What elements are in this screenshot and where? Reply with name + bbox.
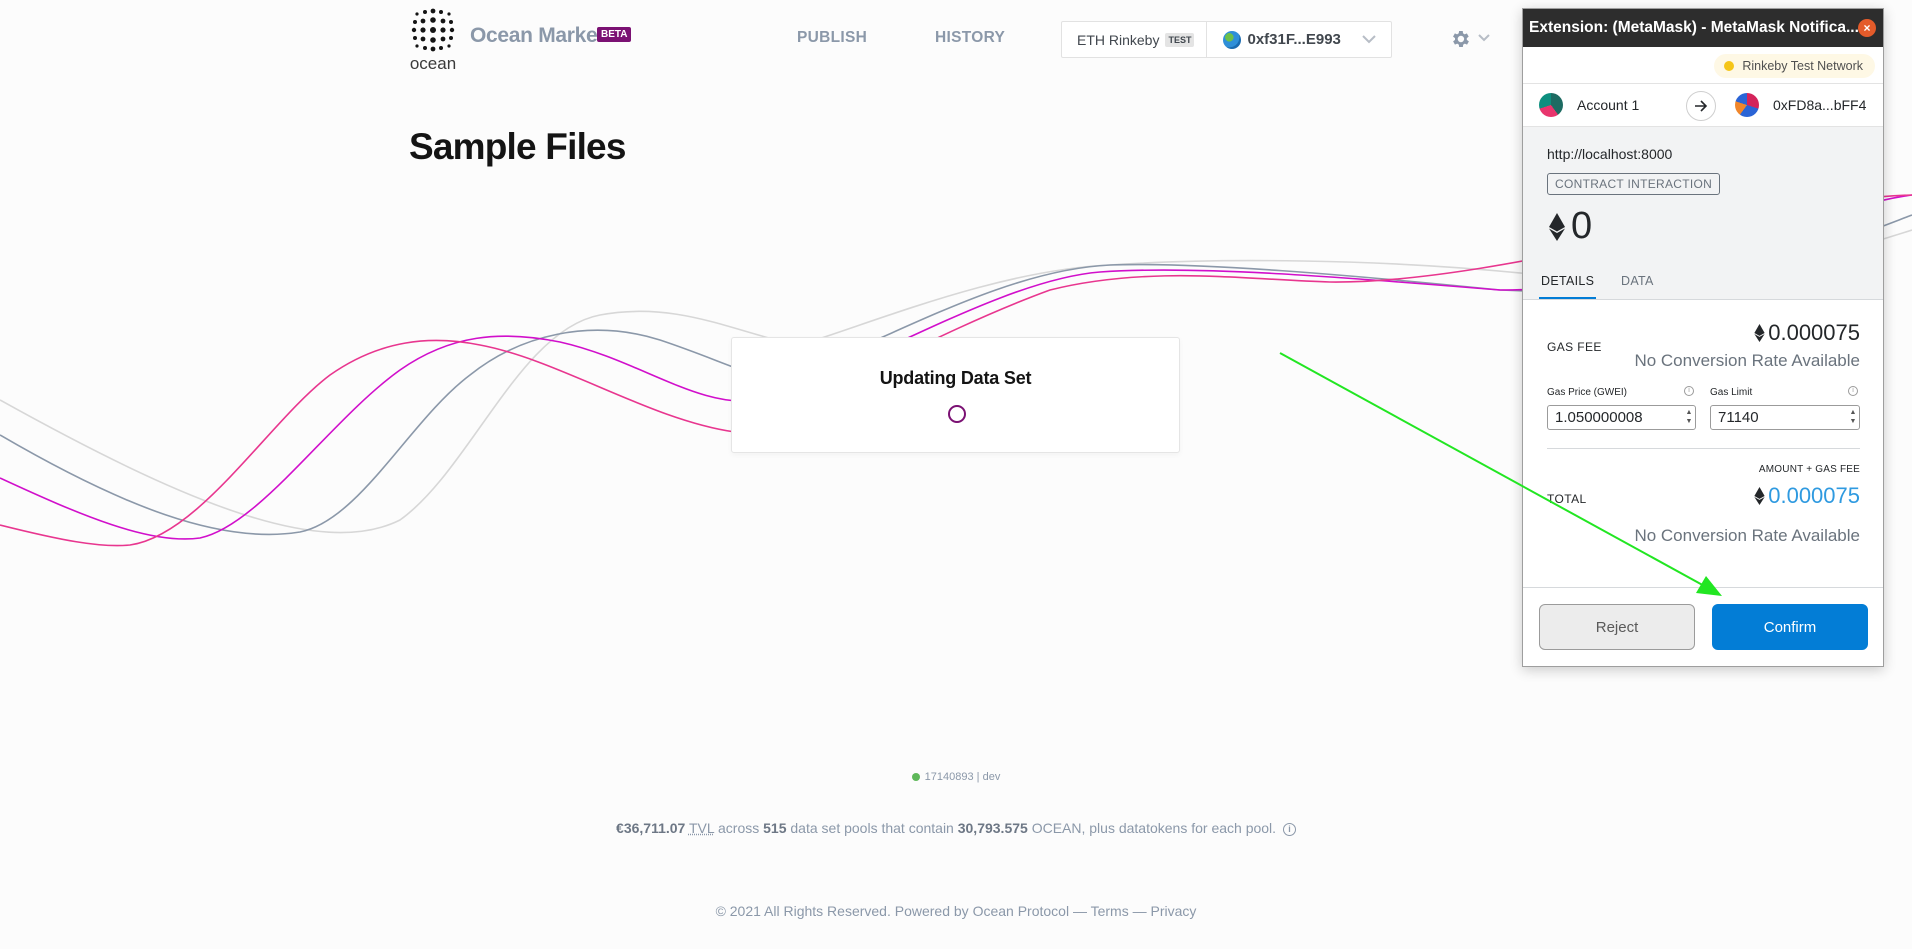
gas-fee-conversion: No Conversion Rate Available (1634, 351, 1860, 370)
info-icon[interactable]: i (1684, 386, 1694, 396)
gas-fee-amount: 0.000075 (1754, 320, 1860, 346)
gas-limit-label: Gas Limit (1710, 387, 1753, 398)
updating-title: Updating Data Set (879, 368, 1032, 388)
logo[interactable]: ocean (408, 8, 458, 73)
arrow-right-icon (1686, 91, 1716, 121)
close-icon[interactable]: × (1858, 19, 1876, 37)
tvl-value: €36,711.07 (616, 820, 686, 836)
stats-text-suffix: OCEAN, plus datatokens for each pool. (1031, 820, 1277, 836)
updating-card: Updating Data Set (731, 337, 1180, 453)
metamask-window: Extension: (MetaMask) - MetaMask Notific… (1522, 8, 1884, 667)
details-panel: GAS FEE 0.000075 No Conversion Rate Avai… (1523, 300, 1883, 597)
nav-history[interactable]: HISTORY (935, 29, 1005, 47)
terms-link[interactable]: Terms (1091, 903, 1129, 919)
transaction-amount: 0 (1549, 205, 1592, 248)
gas-price-value: 1.050000008 (1555, 409, 1643, 426)
gas-price-input[interactable]: 1.050000008 ▲ ▼ (1547, 405, 1696, 430)
page-title: Sample Files (409, 126, 626, 167)
to-account-address: 0xFD8a...bFF4 (1773, 97, 1867, 113)
origin-url: http://localhost:8000 (1547, 146, 1673, 162)
total-conversion: No Conversion Rate Available (1634, 526, 1860, 545)
gas-fee-value: 0.000075 (1768, 320, 1860, 345)
pool-count: 515 (763, 820, 787, 836)
tvl-abbr[interactable]: TVL (689, 820, 714, 836)
footer-stats: €36,711.07 TVL across 515 data set pools… (0, 820, 1912, 836)
ocean-dots-logo-icon (411, 8, 455, 52)
gear-icon[interactable] (1449, 28, 1471, 50)
ethereum-icon (1754, 487, 1765, 505)
footer-sep: | (976, 771, 980, 783)
beta-badge: BETA (597, 27, 632, 42)
stats-text-pools: data set pools that contain (790, 820, 954, 836)
gas-price-label: Gas Price (GWEI) (1547, 387, 1628, 398)
settings-chevron-down-icon[interactable] (1476, 30, 1492, 46)
ethereum-icon (1549, 212, 1565, 241)
total-label: TOTAL (1547, 492, 1587, 506)
sender-recipient: Account 1 0xFD8a...bFF4 (1523, 83, 1883, 127)
action-badge: CONTRACT INTERACTION (1547, 173, 1721, 195)
reject-button[interactable]: Reject (1539, 604, 1695, 650)
ethereum-icon (1754, 324, 1765, 342)
gas-limit-input[interactable]: 71140 ▲ ▼ (1710, 405, 1860, 430)
gas-fee-label: GAS FEE (1547, 340, 1602, 354)
chevron-down-icon[interactable] (1359, 30, 1379, 50)
spinner-icon (948, 405, 966, 423)
account-button[interactable]: 0xf31F...E993 (1207, 22, 1391, 57)
ocean-amount: 30,793.575 (957, 820, 1028, 836)
tab-data[interactable]: DATA (1621, 274, 1654, 288)
account-address: 0xf31F...E993 (1247, 31, 1341, 48)
total-amount: 0.000075 (1754, 483, 1860, 509)
confirm-button[interactable]: Confirm (1712, 604, 1868, 650)
status-dot-icon (911, 773, 920, 782)
network-selector[interactable]: ETH Rinkeby TEST (1062, 22, 1208, 57)
info-icon[interactable]: i (1848, 386, 1858, 396)
divider (1547, 448, 1860, 449)
metamask-titlebar[interactable]: Extension: (MetaMask) - MetaMask Notific… (1523, 9, 1883, 47)
from-avatar (1539, 93, 1563, 117)
network-label: Rinkeby Test Network (1742, 59, 1863, 73)
network-name: ETH Rinkeby (1077, 31, 1160, 48)
amount-gas-label: AMOUNT + GAS FEE (1758, 464, 1860, 475)
stats-text-across: across (718, 820, 760, 836)
metamask-tabs: DETAILS DATA (1523, 262, 1883, 300)
metamask-actions: Reject Confirm (1523, 587, 1883, 666)
info-icon[interactable]: i (1282, 822, 1296, 836)
wallet-widget: ETH Rinkeby TEST 0xf31F...E993 (1061, 21, 1392, 58)
total-value: 0.000075 (1768, 483, 1860, 508)
gas-limit-value: 71140 (1718, 409, 1759, 426)
block-number: 17140893 (924, 771, 974, 783)
globe-icon (1223, 30, 1242, 49)
footer-dash-2: — (1132, 903, 1147, 919)
footer-copyright: © 2021 All Rights Reserved. Powered by O… (0, 903, 1912, 919)
nav-publish[interactable]: PUBLISH (797, 29, 867, 47)
transaction-summary: http://localhost:8000 CONTRACT INTERACTI… (1523, 127, 1883, 262)
network-indicator: Rinkeby Test Network (1714, 54, 1875, 78)
logo-wordmark: ocean (409, 54, 457, 73)
metamask-network-row: Rinkeby Test Network (1523, 47, 1883, 83)
env-label: dev (982, 771, 1001, 783)
brand-name[interactable]: Ocean Market (470, 24, 604, 48)
gas-limit-stepper[interactable]: ▲ ▼ (1849, 408, 1857, 427)
amount-value: 0 (1571, 205, 1593, 247)
test-badge: TEST (1165, 32, 1195, 47)
footer-dash-1: — (1072, 903, 1087, 919)
ocean-protocol-link[interactable]: Ocean Protocol (973, 903, 1070, 919)
gas-price-stepper[interactable]: ▲ ▼ (1685, 408, 1693, 427)
from-account-name: Account 1 (1577, 97, 1640, 113)
footer-build-status: 17140893 | dev (0, 771, 1912, 783)
to-avatar (1735, 93, 1759, 117)
copyright-text: © 2021 All Rights Reserved. Powered by (715, 903, 969, 919)
network-dot-icon (1724, 61, 1735, 71)
tab-details[interactable]: DETAILS (1539, 274, 1597, 299)
privacy-link[interactable]: Privacy (1151, 903, 1197, 919)
metamask-window-title: Extension: (MetaMask) - MetaMask Notific… (1529, 19, 1859, 36)
to-account[interactable]: 0xFD8a...bFF4 (1703, 93, 1866, 117)
from-account[interactable]: Account 1 (1523, 93, 1703, 117)
